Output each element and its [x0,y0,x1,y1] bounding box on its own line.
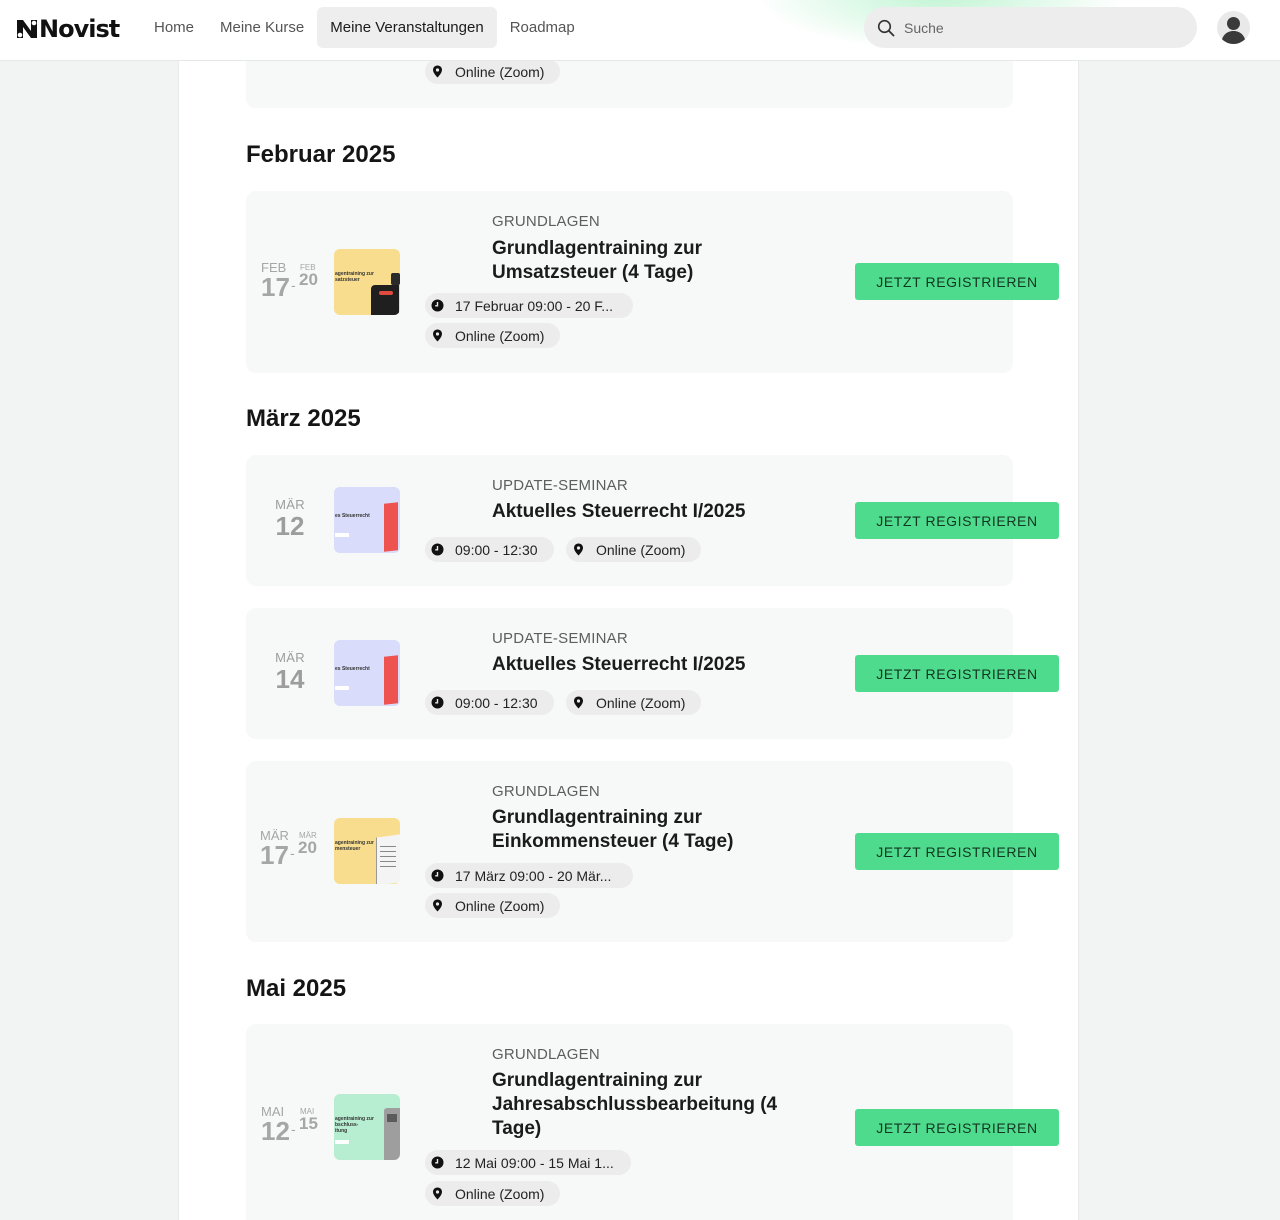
location-pin-icon [433,899,442,912]
thumbnail-text: es Steuerrecht [335,666,370,672]
search-box[interactable] [864,7,1197,48]
time-pill: 09:00 - 12:30 [425,690,554,715]
date-to-day: 20 [298,838,317,857]
brand-name: Novist [39,15,120,43]
register-button[interactable]: JETZT REGISTRIEREN [855,1109,1059,1146]
event-thumbnail: es Steuerrecht [334,487,400,553]
thumbnail-text: es Steuerrecht [335,513,370,519]
location-pill: Online (Zoom) [566,690,702,715]
event-thumbnail: agentraining zur bschluss- itung [334,1094,400,1160]
event-thumbnail: agentraining zur satzsteuer [334,249,400,315]
event-title[interactable]: Aktuelles Steuerrecht I/2025 [492,500,832,524]
register-button[interactable]: JETZT REGISTRIEREN [855,655,1059,692]
event-thumbnail: es Steuerrecht [334,640,400,706]
nav-item-meine-kurse[interactable]: Meine Kurse [207,7,317,48]
register-button[interactable]: JETZT REGISTRIEREN [855,263,1059,300]
thumbnail-text: agentraining zur mensteuer [335,840,374,852]
date-month: MÄR [275,497,305,512]
location-pin-icon [574,543,583,556]
date-range-dash: - [291,277,296,293]
event-title[interactable]: Grundlagentraining zur Umsatzsteuer (4 T… [492,237,812,285]
location-text: Online (Zoom) [455,1185,545,1202]
novist-logo[interactable]: Novist [16,15,120,43]
event-card[interactable]: MÄR 17 - MÄR 20 agentraining zur mensteu… [246,761,1059,942]
novist-logo-mark-icon [17,20,37,38]
top-navigation-bar: Novist Home Meine Kurse Meine Veranstalt… [0,0,1280,61]
event-date: MÄR 14 [265,650,315,694]
location-pill: Online (Zoom) [425,893,561,918]
time-pill: 17 März 09:00 - 20 Mär... [425,863,633,888]
time-text: 17 März 09:00 - 20 Mär... [455,867,612,884]
nav-item-meine-veranstaltungen[interactable]: Meine Veranstaltungen [317,7,497,48]
clock-icon [431,543,444,556]
nav-item-roadmap[interactable]: Roadmap [497,7,588,48]
date-from-day: 12 [261,1116,290,1146]
location-text: Online (Zoom) [455,897,545,914]
date-to-day: 15 [299,1114,318,1133]
clock-icon [431,299,444,312]
thumbnail-text: agentraining zur bschluss- itung [335,1116,374,1134]
month-heading: Mai 2025 [246,975,347,1002]
user-icon [1221,17,1246,44]
time-pill: 12 Mai 09:00 - 15 Mai 1... [425,1150,631,1175]
event-thumbnail: agentraining zur mensteuer [334,818,400,884]
date-from-day: 17 [260,840,289,870]
user-avatar[interactable] [1217,11,1250,44]
time-text: 09:00 - 12:30 [455,541,538,558]
location-pill: Online (Zoom) [425,1181,561,1206]
search-input[interactable] [904,19,1164,36]
event-category: GRUNDLAGEN [492,1046,600,1063]
event-date-range: MAI 12 - MAI 15 [261,1105,323,1146]
clock-icon [431,869,444,882]
location-pin-icon [433,329,442,342]
event-category: UPDATE-SEMINAR [492,477,628,494]
event-category: GRUNDLAGEN [492,213,600,230]
location-pin-icon [433,65,442,78]
nav-item-home[interactable]: Home [141,7,207,48]
time-text: 12 Mai 09:00 - 15 Mai 1... [455,1154,614,1171]
date-day: 14 [275,664,305,694]
events-list: Online (Zoom) Februar 2025 FEB 17 - FEB … [178,0,1079,1220]
event-title[interactable]: Aktuelles Steuerrecht I/2025 [492,653,832,677]
time-text: 17 Februar 09:00 - 20 F... [455,297,613,314]
month-heading: Februar 2025 [246,141,396,168]
date-day: 12 [275,511,305,541]
event-card[interactable]: MÄR 14 es Steuerrecht UPDATE-SEMINAR Akt… [246,608,1059,739]
event-category: GRUNDLAGEN [492,783,600,800]
thumbnail-text: agentraining zur satzsteuer [335,271,374,283]
date-to-day: 20 [299,270,318,289]
date-range-dash: - [290,845,295,861]
event-card[interactable]: FEB 17 - FEB 20 agentraining zur satzste… [246,191,1059,373]
search-icon [877,19,895,36]
month-heading: März 2025 [246,405,361,432]
register-button[interactable]: JETZT REGISTRIEREN [855,502,1059,539]
event-card[interactable]: MAI 12 - MAI 15 agentraining zur bschlus… [246,1024,1059,1220]
event-category: UPDATE-SEMINAR [492,630,628,647]
time-text: 09:00 - 12:30 [455,694,538,711]
location-pill: Online (Zoom) [425,59,561,84]
location-text: Online (Zoom) [455,63,545,80]
event-date: MÄR 12 [265,497,315,541]
clock-icon [431,1156,444,1169]
date-range-dash: - [291,1121,296,1137]
date-month: MÄR [275,650,305,665]
event-date-range: MÄR 17 - MÄR 20 [260,829,322,870]
event-title[interactable]: Grundlagentraining zur Einkommensteuer (… [492,806,812,854]
date-from-day: 17 [261,272,290,302]
location-pin-icon [574,696,583,709]
location-text: Online (Zoom) [455,327,545,344]
time-pill: 09:00 - 12:30 [425,537,554,562]
location-text: Online (Zoom) [596,541,686,558]
register-button[interactable]: JETZT REGISTRIEREN [855,833,1059,870]
event-date-range: FEB 17 - FEB 20 [261,261,323,302]
location-pill: Online (Zoom) [425,323,561,348]
location-text: Online (Zoom) [596,694,686,711]
main-nav: Home Meine Kurse Meine Veranstaltungen R… [141,7,588,48]
event-card[interactable]: MÄR 12 es Steuerrecht UPDATE-SEMINAR Akt… [246,455,1059,586]
location-pin-icon [433,1187,442,1200]
event-title[interactable]: Grundlagentraining zur Jahresabschlussbe… [492,1069,812,1141]
time-pill: 17 Februar 09:00 - 20 F... [425,293,633,318]
clock-icon [431,696,444,709]
location-pill: Online (Zoom) [566,537,702,562]
